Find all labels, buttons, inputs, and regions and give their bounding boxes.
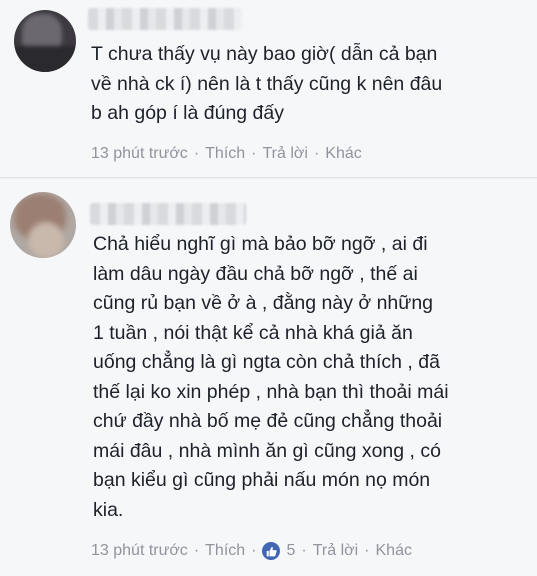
comment-2: Chả hiểu nghĩ gì mà bảo bỡ ngỡ , ai đi l… [0, 179, 537, 576]
comment-1: T chưa thấy vụ này bao giờ( dẫn cả bạn v… [0, 0, 537, 178]
reaction-count[interactable]: 5 [286, 542, 295, 560]
reply-link[interactable]: Trả lời [313, 542, 358, 560]
commenter-name-blurred[interactable] [88, 8, 242, 30]
thumbs-up-icon[interactable] [262, 542, 281, 560]
comment-actions: 13 phút trước · Thích · 5 · Trả lời · Kh… [91, 542, 412, 560]
separator-dot: · [364, 542, 370, 559]
reply-link[interactable]: Trả lời [262, 145, 307, 163]
comment-line: uống chẳng là gì ngta còn chả thích , đã [93, 351, 440, 373]
comment-line: về nhà ck í) nên là t thấy cũng k nên đâ… [91, 72, 443, 95]
comment-line: cũng rủ bạn về ở à , đằng này ở những [93, 292, 434, 314]
comment-actions: 13 phút trước · Thích · Trả lời · Khác [91, 145, 362, 163]
separator-dot: · [193, 542, 200, 559]
avatar[interactable] [14, 10, 76, 72]
avatar[interactable] [10, 192, 76, 258]
comment-line: kia. [93, 498, 124, 521]
separator-dot: · [251, 145, 257, 162]
comment-line: chứ đầy nhà bố mẹ đẻ cũng chẳng thoải [93, 410, 443, 432]
timestamp[interactable]: 13 phút trước [91, 145, 188, 163]
comment-line: bạn kiểu gì cũng phải nấu món nọ món [93, 469, 431, 491]
like-link[interactable]: Thích [205, 542, 245, 560]
like-link[interactable]: Thích [205, 145, 245, 163]
commenter-name-blurred[interactable] [90, 203, 246, 225]
separator-dot: · [193, 145, 200, 162]
separator-dot: · [251, 542, 257, 559]
more-link[interactable]: Khác [376, 542, 412, 560]
comment-line: 1 tuần , nói thật kể cả nhà khá giả ăn [93, 321, 413, 344]
comment-text: T chưa thấy vụ này bao giờ( dẫn cả bạn v… [91, 40, 442, 129]
separator-dot: · [301, 542, 307, 559]
comment-line: T chưa thấy vụ này bao giờ( dẫn cả bạn [91, 43, 438, 65]
comment-line: làm dâu ngày đầu chả bỡ ngỡ , thế ai [93, 262, 418, 285]
comment-line: Chả hiểu nghĩ gì mà bảo bỡ ngỡ , ai đi [93, 233, 428, 255]
comment-line: b ah góp í là đúng đấy [91, 102, 284, 124]
thumbs-up-glyph [266, 546, 277, 556]
more-link[interactable]: Khác [325, 145, 361, 163]
comment-line: mái đâu , nhà mình ăn gì cũng xong , có [93, 439, 441, 462]
comment-line: thế lại ko xin phép , nhà bạn thì thoải … [93, 380, 449, 403]
timestamp[interactable]: 13 phút trước [91, 542, 188, 560]
comment-text: Chả hiểu nghĩ gì mà bảo bỡ ngỡ , ai đi l… [93, 230, 449, 525]
separator-dot: · [313, 145, 320, 162]
